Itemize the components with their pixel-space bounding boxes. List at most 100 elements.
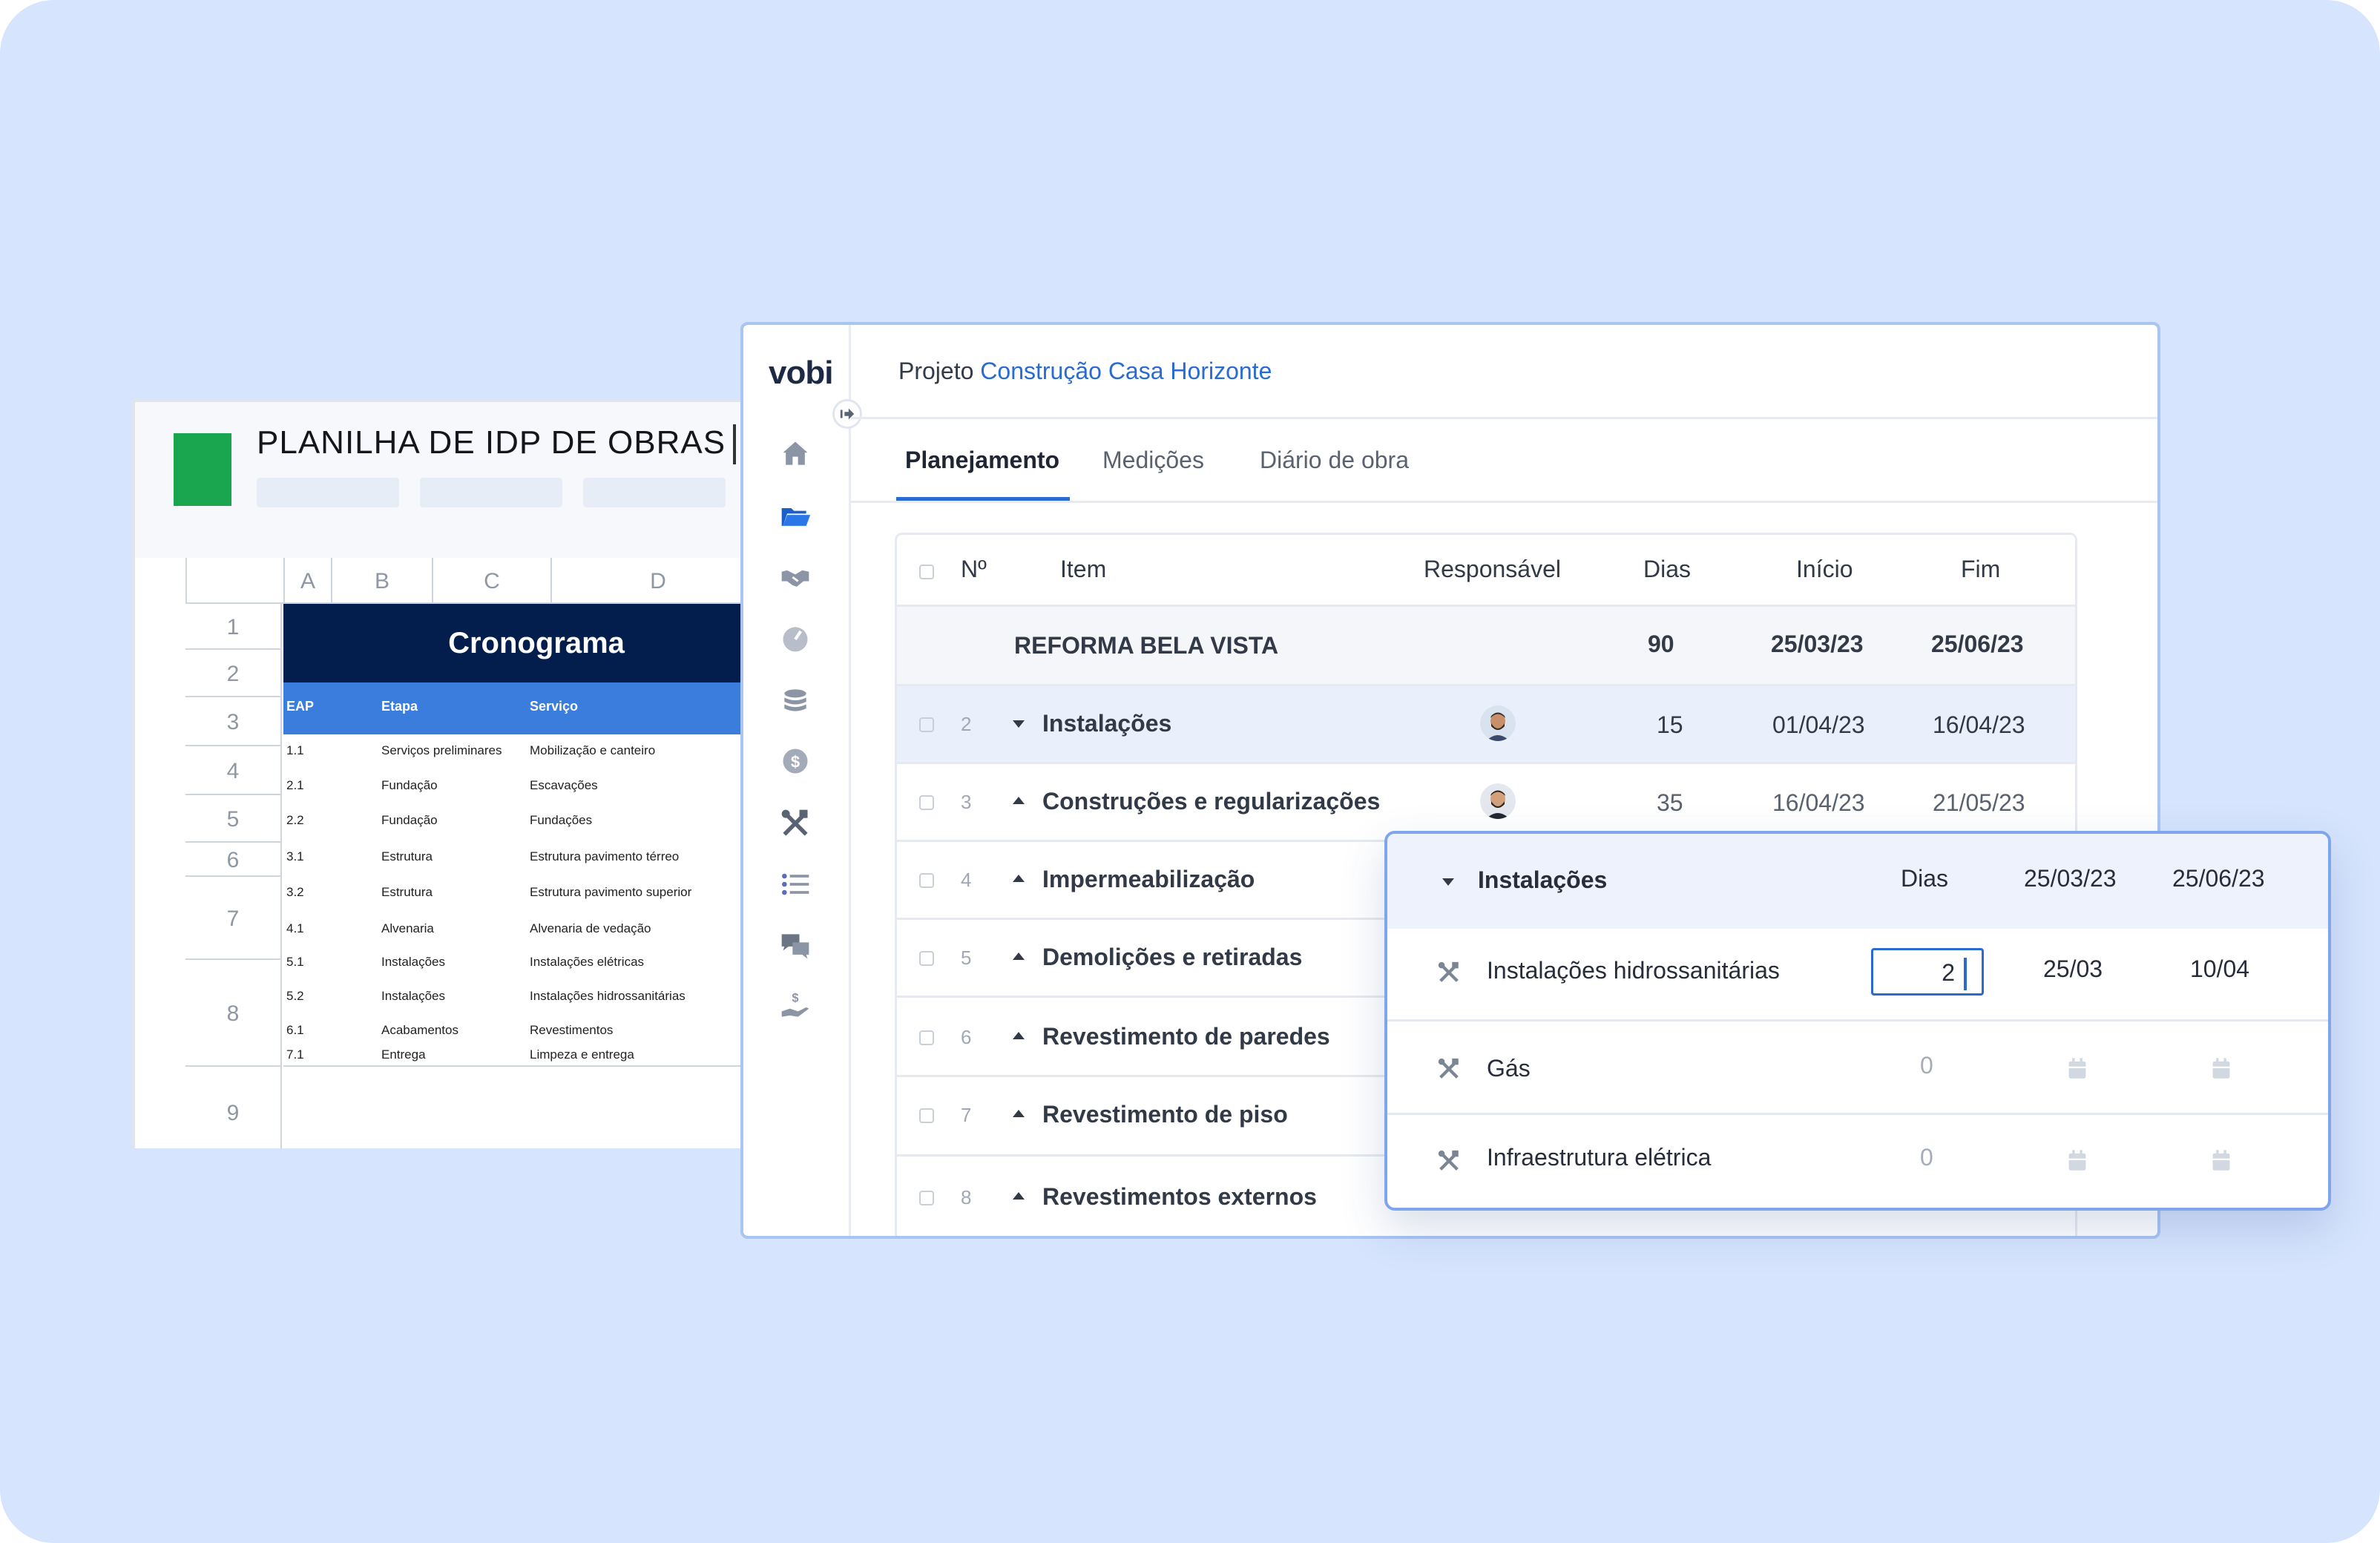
tools-icon xyxy=(1438,1150,1459,1171)
row-header: 2 xyxy=(185,648,282,697)
list-icon[interactable] xyxy=(779,868,812,901)
text-cursor xyxy=(1964,958,1967,990)
sheet-column-title: Serviço xyxy=(530,699,579,714)
row-item: Revestimento de piso xyxy=(1042,1101,1288,1128)
subtask-name: Gás xyxy=(1487,1055,1531,1082)
handshake-icon[interactable] xyxy=(779,561,812,593)
dias-input[interactable]: 2 xyxy=(1871,948,1984,996)
sheet-cell: Estrutura xyxy=(381,885,433,899)
divider xyxy=(1387,1113,2328,1115)
col-num: Nº xyxy=(961,556,987,582)
sheet-cell: Estrutura xyxy=(381,849,433,863)
expand-caret-icon[interactable] xyxy=(1013,1192,1025,1200)
spreadsheet-header-band xyxy=(283,682,760,734)
sheet-cell: 3.2 xyxy=(286,885,304,899)
subtask-fim[interactable]: 10/04 xyxy=(2190,955,2249,983)
subtask-name: Instalações hidrossanitárias xyxy=(1487,957,1780,984)
spreadsheet-logo-icon xyxy=(174,433,231,506)
sheet-cell: Acabamentos xyxy=(381,1023,458,1037)
expand-caret-icon[interactable] xyxy=(1013,797,1025,804)
popup-title: Instalações xyxy=(1478,866,1608,893)
expand-caret-icon[interactable] xyxy=(1013,1110,1025,1117)
summary-dias: 90 xyxy=(1648,631,1674,657)
project-prefix: Projeto xyxy=(898,358,974,384)
calendar-icon[interactable] xyxy=(2067,1148,2088,1172)
background: PLANILHA DE IDP DE OBRAS A B C D 1 2 3 4… xyxy=(0,0,2380,1543)
row-checkbox[interactable] xyxy=(919,795,934,810)
sheet-cell: Estrutura pavimento superior xyxy=(530,885,692,899)
row-fim: 16/04/23 xyxy=(1933,711,2025,738)
chat-icon[interactable] xyxy=(779,929,812,961)
dias-input-value: 2 xyxy=(1942,959,1955,986)
row-checkbox[interactable] xyxy=(919,951,934,966)
spreadsheet-grid: A B C D 1 2 3 4 5 6 7 8 9 Cronograma EAP… xyxy=(185,558,760,1148)
expand-caret-icon[interactable] xyxy=(1013,875,1025,882)
row-number: 3 xyxy=(961,791,972,813)
sheet-cell: 1.1 xyxy=(286,743,304,757)
row-item: Construções e regularizações xyxy=(1042,788,1381,815)
sheet-cell: Fundação xyxy=(381,813,438,827)
expand-caret-icon[interactable] xyxy=(1013,1032,1025,1039)
corner-cell xyxy=(185,558,285,604)
row-number: 6 xyxy=(961,1026,972,1048)
cronograma-banner: Cronograma xyxy=(283,604,760,682)
subtask-dias[interactable]: 0 xyxy=(1920,1144,1933,1171)
row-number: 4 xyxy=(961,869,972,891)
column-header: C xyxy=(432,558,552,604)
top-bar: Projeto Construção Casa Horizonte xyxy=(851,325,2157,419)
summary-row: REFORMA BELA VISTA 90 25/03/23 25/06/23 xyxy=(897,607,2075,686)
home-icon[interactable] xyxy=(779,438,812,470)
sheet-cell: Mobilização e canteiro xyxy=(530,743,656,757)
popup-col-fim: 25/06/23 xyxy=(2172,865,2265,892)
sheet-cell: 7.1 xyxy=(286,1047,304,1062)
summary-item: REFORMA BELA VISTA xyxy=(1014,632,1279,659)
subtask-dias[interactable]: 0 xyxy=(1920,1052,1933,1079)
avatar xyxy=(1480,783,1516,819)
collapse-caret-icon[interactable] xyxy=(1442,878,1454,886)
row-number: 5 xyxy=(961,947,972,969)
col-fim: Fim xyxy=(1961,556,2001,582)
row-item: Revestimento de paredes xyxy=(1042,1023,1330,1050)
collapse-caret-icon[interactable] xyxy=(1013,720,1025,728)
project-name-link[interactable]: Construção Casa Horizonte xyxy=(980,358,1272,384)
row-checkbox[interactable] xyxy=(919,1191,934,1205)
expand-caret-icon[interactable] xyxy=(1013,953,1025,960)
row-header: 3 xyxy=(185,696,282,746)
sheet-cell: Instalações xyxy=(381,955,445,969)
tab-planejamento[interactable]: Planejamento xyxy=(905,447,1059,474)
sheet-cell: 2.1 xyxy=(286,778,304,792)
calendar-icon[interactable] xyxy=(2211,1056,2232,1080)
row-header: 4 xyxy=(185,745,282,795)
sheet-cell: 2.2 xyxy=(286,813,304,827)
calendar-icon[interactable] xyxy=(2211,1148,2232,1172)
tab-diario-de-obra[interactable]: Diário de obra xyxy=(1260,447,1409,474)
folder-icon[interactable] xyxy=(779,500,812,533)
row-checkbox[interactable] xyxy=(919,1108,934,1123)
spreadsheet-header: PLANILHA DE IDP DE OBRAS xyxy=(135,402,760,558)
table-row[interactable]: 2 Instalações 15 01/04/23 16/04/23 xyxy=(897,686,2075,764)
row-checkbox[interactable] xyxy=(919,873,934,888)
sheet-cell: Serviços preliminares xyxy=(381,743,502,757)
dashboard-icon[interactable] xyxy=(779,622,812,654)
tools-icon[interactable] xyxy=(779,807,812,840)
dollar-icon[interactable]: $ xyxy=(779,745,812,777)
tools-icon xyxy=(1438,961,1459,982)
coins-icon[interactable] xyxy=(779,684,812,717)
sheet-cell: Fundação xyxy=(381,778,438,792)
row-checkbox[interactable] xyxy=(919,717,934,732)
subtask-name: Infraestrutura elétrica xyxy=(1487,1144,1712,1171)
svg-text:$: $ xyxy=(791,752,800,771)
payment-icon[interactable]: $ xyxy=(779,990,812,1022)
row-item: Instalações xyxy=(1042,710,1172,737)
row-checkbox[interactable] xyxy=(919,1030,934,1045)
summary-inicio: 25/03/23 xyxy=(1771,631,1864,657)
select-all-checkbox[interactable] xyxy=(919,565,934,579)
summary-fim: 25/06/23 xyxy=(1931,631,2024,657)
calendar-icon[interactable] xyxy=(2067,1056,2088,1080)
subtask-inicio[interactable]: 25/03 xyxy=(2043,955,2103,983)
tab-medicoes[interactable]: Medições xyxy=(1102,447,1204,474)
row-item: Impermeabilização xyxy=(1042,866,1255,892)
row-header: 9 xyxy=(185,1065,282,1148)
toolbar-placeholder xyxy=(420,478,562,507)
row-inicio: 16/04/23 xyxy=(1772,789,1865,816)
